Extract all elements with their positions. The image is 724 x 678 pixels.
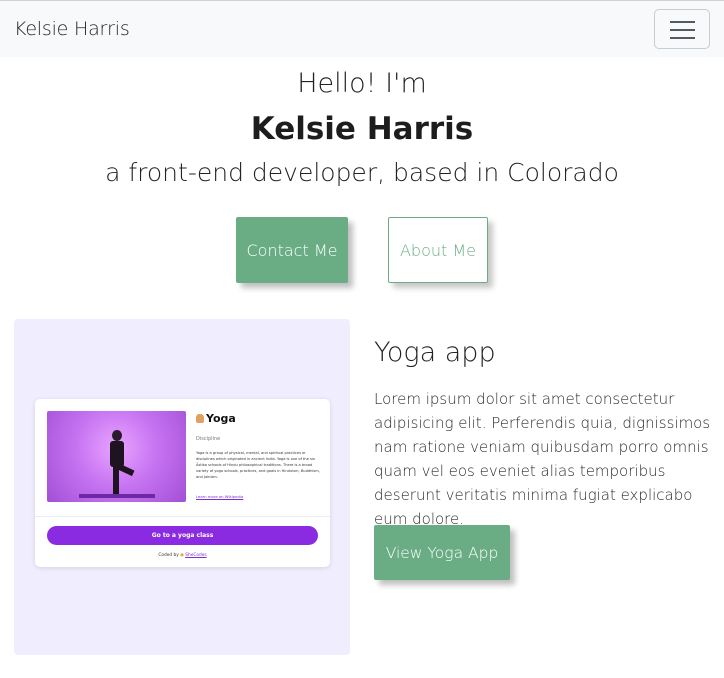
yoga-pose-image: [47, 411, 186, 502]
preview-description: Yoga is a group of physical, mental, and…: [196, 451, 320, 479]
project-title: Yoga app: [374, 337, 496, 368]
hero-name: Kelsie Harris: [250, 111, 474, 147]
person-leg: [113, 466, 119, 494]
view-yoga-app-button[interactable]: View Yoga App: [374, 525, 510, 580]
person-head: [112, 430, 122, 441]
hero-subtitle: a front-end developer, based in Colorado: [105, 158, 619, 187]
preview-link: Learn more on Wikipedia: [196, 494, 244, 499]
brand-name[interactable]: Kelsie Harris: [14, 18, 130, 40]
yoga-mat: [79, 494, 155, 498]
preview-footer: Coded by ● SheCodes: [35, 553, 330, 558]
hamburger-menu-button[interactable]: [654, 9, 710, 49]
preview-title-text: Yoga: [206, 412, 236, 425]
preview-footer-prefix: Coded by: [158, 553, 179, 558]
yoga-emoji-icon: [196, 414, 204, 423]
about-me-button[interactable]: About Me: [388, 217, 488, 283]
preview-title: Yoga: [196, 412, 236, 425]
preview-subtitle: Discipline: [196, 436, 221, 442]
hamburger-menu-icon: [670, 21, 695, 23]
contact-me-button[interactable]: Contact Me: [236, 217, 348, 283]
heart-icon: ●: [180, 553, 184, 558]
preview-footer-name: SheCodes: [185, 553, 207, 558]
project-preview-card: Yoga Discipline Yoga is a group of physi…: [14, 319, 350, 655]
hero-greeting: Hello! I'm: [297, 68, 427, 99]
hamburger-menu-icon-line: [670, 29, 695, 31]
yoga-app-screenshot: Yoga Discipline Yoga is a group of physi…: [35, 399, 330, 567]
person-knee: [117, 463, 135, 477]
preview-button: Go to a yoga class: [47, 526, 318, 545]
person-body: [110, 441, 124, 467]
navbar: Kelsie Harris: [0, 0, 724, 57]
preview-divider: [35, 516, 330, 517]
hamburger-menu-icon-line: [670, 37, 695, 39]
project-description: Lorem ipsum dolor sit amet consectetur a…: [374, 390, 711, 528]
